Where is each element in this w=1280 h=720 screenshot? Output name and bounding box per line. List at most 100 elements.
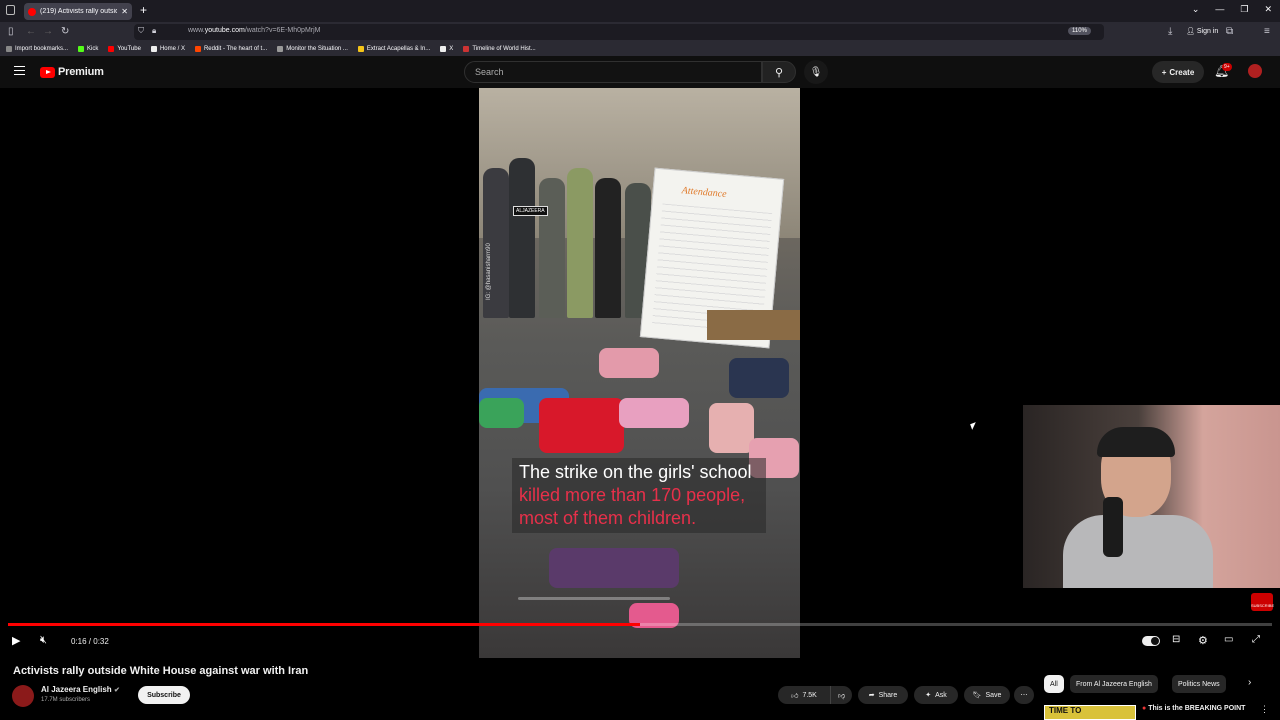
extensions-icon[interactable]: ⧉ bbox=[1226, 26, 1233, 37]
chip-from-channel[interactable]: From Al Jazeera English bbox=[1070, 675, 1158, 693]
play-icon[interactable]: ▶ bbox=[12, 634, 20, 647]
microphone-icon: 🎙︎ bbox=[809, 66, 823, 78]
browser-signin[interactable]: 👤︎ Sign in bbox=[1186, 27, 1218, 35]
video-title: Activists rally outside White House agai… bbox=[13, 665, 309, 677]
settings-gear-icon[interactable]: ⚙︎ bbox=[1198, 634, 1208, 647]
progress-bar[interactable] bbox=[8, 623, 1272, 626]
subscribe-button[interactable]: Subscribe bbox=[138, 686, 190, 704]
reload-icon[interactable]: ↻ bbox=[61, 26, 69, 37]
bookmark-item[interactable]: Kick bbox=[78, 46, 98, 52]
webcam-microphone bbox=[1103, 497, 1123, 557]
bookmark-item[interactable]: Reddit - The heart of t... bbox=[194, 46, 267, 52]
search-button[interactable]: ⚲ bbox=[762, 61, 796, 83]
autoplay-toggle[interactable] bbox=[1142, 636, 1160, 646]
more-actions-button[interactable]: ⋯ bbox=[1014, 686, 1034, 704]
zoom-level[interactable]: 110% bbox=[1068, 27, 1091, 35]
bookmark-label: Timeline of World Hist... bbox=[472, 46, 536, 52]
search-icon: ⚲ bbox=[774, 66, 784, 79]
bookmark-label: Kick bbox=[87, 46, 99, 52]
caption-white-text: The strike on the girls' school bbox=[519, 462, 752, 482]
verified-icon: ✔︎ bbox=[113, 687, 120, 694]
tab-title: (219) Activists rally outside Whi bbox=[40, 8, 118, 15]
bookmark-item[interactable]: Extract Acapellas & In... bbox=[357, 46, 430, 52]
tab-close-icon[interactable]: ✕ bbox=[121, 7, 128, 16]
live-dot-icon: ● bbox=[1142, 705, 1147, 712]
youtube-premium-logo[interactable]: Premium bbox=[40, 66, 104, 78]
youtube-favicon-icon bbox=[28, 7, 36, 16]
share-button[interactable]: ➦ Share bbox=[858, 686, 908, 704]
theater-mode-icon[interactable]: ▭ bbox=[1224, 634, 1233, 645]
forward-icon[interactable]: → bbox=[43, 26, 53, 37]
like-button[interactable]: 👍︎ 7.5K bbox=[778, 686, 830, 704]
caption-red-text: killed more than 170 people, most of the… bbox=[519, 485, 746, 528]
bookmark-label: Monitor the Situation ... bbox=[286, 46, 348, 52]
bookmark-favicon-icon bbox=[150, 46, 157, 52]
download-icon[interactable]: ⤓ bbox=[1168, 26, 1172, 37]
bookmark-favicon-icon bbox=[357, 46, 364, 52]
search-box[interactable] bbox=[464, 61, 762, 83]
mouse-cursor bbox=[970, 422, 978, 430]
notification-badge: 9+ bbox=[1222, 63, 1232, 71]
bookmark-item[interactable]: X bbox=[440, 46, 453, 52]
url-text[interactable]: www.youtube.com/watch?v=6E-Mh0pMrjM bbox=[188, 27, 321, 34]
app-menu-icon[interactable]: ≡ bbox=[1264, 26, 1270, 37]
bookmark-label: YouTube bbox=[117, 46, 141, 52]
share-icon: ➦ bbox=[868, 692, 875, 699]
progress-fill bbox=[8, 623, 640, 626]
captions-icon[interactable]: ⊟ bbox=[1172, 634, 1180, 645]
subscribe-watermark[interactable]: SUBSCRIBE bbox=[1251, 593, 1274, 611]
bookmark-item[interactable]: Home / X bbox=[150, 46, 185, 52]
related-video-thumbnail[interactable]: TIME TO bbox=[1044, 705, 1136, 720]
dislike-button[interactable]: 👎︎ bbox=[830, 686, 852, 704]
bookmarks-bar: Import bookmarks... Kick YouTube Home / X Re… bbox=[0, 42, 1280, 56]
plus-icon: + bbox=[1161, 67, 1167, 77]
ask-button[interactable]: ✦ Ask bbox=[914, 686, 958, 704]
back-icon[interactable]: ← bbox=[26, 26, 36, 37]
mute-icon[interactable]: 🔇︎ bbox=[40, 634, 47, 647]
board-title: Attendance bbox=[681, 185, 728, 201]
account-avatar[interactable] bbox=[1248, 64, 1262, 78]
channel-name[interactable]: Al Jazeera English ✔︎ bbox=[41, 685, 120, 694]
tab-list-icon[interactable]: ⌄ bbox=[1192, 4, 1200, 15]
sparkle-icon: ✦ bbox=[925, 692, 932, 699]
bookmark-item[interactable]: YouTube bbox=[108, 46, 141, 52]
bookmark-favicon-icon bbox=[277, 46, 284, 52]
minimize-icon[interactable]: — bbox=[1215, 4, 1224, 15]
bookmark-favicon-icon bbox=[440, 46, 447, 52]
in-video-scrubber bbox=[518, 597, 670, 600]
lock-icon[interactable]: 🔒︎ bbox=[152, 26, 156, 36]
chip-politics-news[interactable]: Politics News bbox=[1172, 675, 1226, 693]
create-button[interactable]: + Create bbox=[1152, 61, 1204, 83]
save-button[interactable]: 🔖︎ Save bbox=[964, 686, 1010, 704]
bookmark-item[interactable]: Timeline of World Hist... bbox=[463, 46, 536, 52]
browser-tab[interactable]: (219) Activists rally outside Whi ✕ bbox=[24, 3, 132, 20]
video-caption: The strike on the girls' school killed m… bbox=[512, 458, 766, 533]
create-label: Create bbox=[1169, 67, 1195, 77]
related-more-icon[interactable]: ⋮ bbox=[1260, 704, 1269, 715]
channel-avatar[interactable] bbox=[12, 685, 34, 707]
chips-next-chevron-icon[interactable]: › bbox=[1248, 677, 1251, 688]
voice-search-button[interactable]: 🎙︎ bbox=[804, 60, 828, 84]
bookmark-item[interactable]: Import bookmarks... bbox=[6, 46, 68, 52]
restore-icon[interactable]: ❐ bbox=[1240, 4, 1248, 15]
bookmark-item[interactable]: Monitor the Situation ... bbox=[277, 46, 348, 52]
chip-all[interactable]: All bbox=[1044, 675, 1064, 693]
bookmark-favicon-icon bbox=[194, 46, 201, 52]
school-desk bbox=[707, 310, 800, 340]
bookmark-label: X bbox=[449, 46, 454, 52]
bookmark-favicon-icon bbox=[463, 46, 470, 52]
fullscreen-icon[interactable]: ⤢ bbox=[1252, 634, 1260, 645]
browser-menu-icon[interactable] bbox=[6, 5, 15, 15]
webcam-shirt bbox=[1063, 515, 1213, 588]
shield-icon[interactable]: ⛉ bbox=[138, 26, 144, 36]
close-window-icon[interactable]: ✕ bbox=[1264, 4, 1272, 15]
search-input[interactable] bbox=[465, 62, 761, 82]
new-tab-icon[interactable]: + bbox=[140, 3, 147, 17]
related-video-title[interactable]: ● This is the BREAKING POINT bbox=[1142, 705, 1252, 713]
sidebar-icon[interactable]: ▯ bbox=[8, 26, 14, 37]
aljazeera-watermark: ALJAZEERA bbox=[513, 206, 548, 216]
instagram-credit: IG: @hasanisharm90 bbox=[486, 243, 492, 300]
bookmark-label: Home / X bbox=[159, 46, 185, 52]
guide-menu-icon[interactable] bbox=[14, 66, 25, 75]
video-frame[interactable]: Attendance bbox=[479, 88, 800, 658]
